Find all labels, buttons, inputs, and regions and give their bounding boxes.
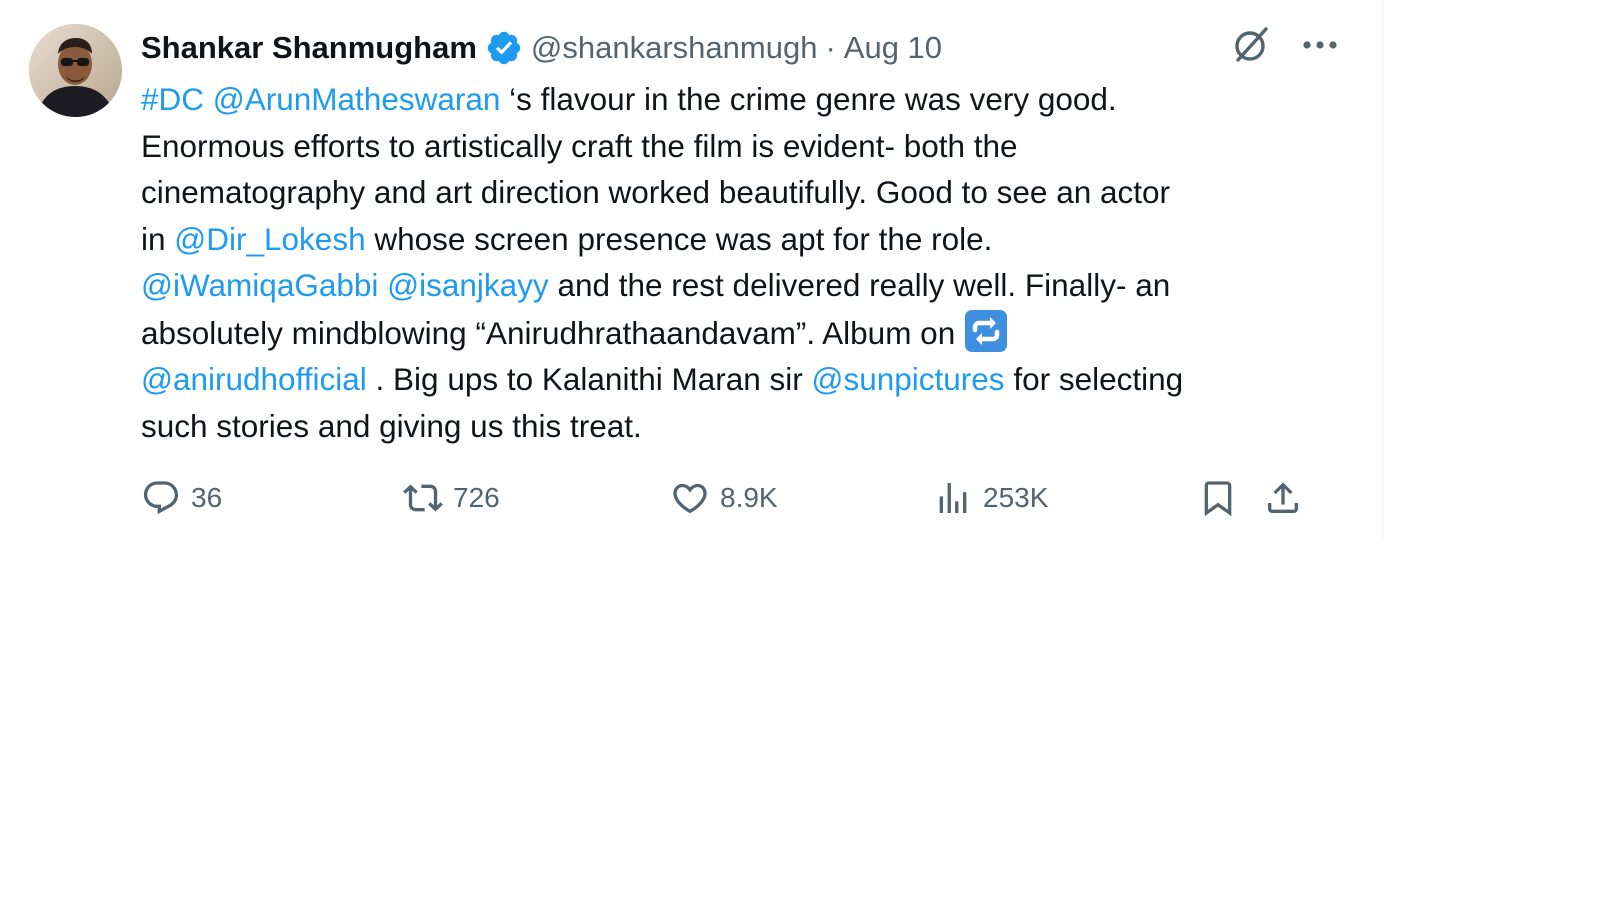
- tweet-text-segment: . Big ups to Kalanithi Maran sir: [366, 361, 812, 397]
- tweet-text-line: in @Dir_Lokesh whose screen presence was…: [141, 216, 1341, 263]
- share-button[interactable]: [1263, 470, 1303, 526]
- tweet-text-segment: [378, 267, 387, 303]
- mention-link[interactable]: @isanjkayy: [387, 267, 549, 303]
- bookmark-button[interactable]: [1198, 470, 1238, 526]
- tweet-actions: 36 726 8.9K 253K: [141, 470, 1341, 526]
- like-button[interactable]: 8.9K: [670, 470, 778, 526]
- repost-icon: [403, 484, 443, 512]
- bookmark-icon: [1204, 481, 1232, 517]
- reply-icon: [143, 481, 179, 515]
- tweet-text-segment: whose screen presence was apt for the ro…: [365, 220, 993, 257]
- tweet-text-segment: Enormous efforts to artistically craft t…: [141, 127, 1018, 164]
- reply-count: 36: [191, 482, 223, 513]
- timeline-divider: [1382, 0, 1383, 540]
- views-count: 253K: [983, 482, 1049, 513]
- tweet-text-line: cinematography and art direction worked …: [141, 169, 1341, 216]
- tweet-text-line: Enormous efforts to artistically craft t…: [141, 123, 1341, 170]
- share-icon: [1268, 482, 1298, 513]
- tweet[interactable]: Shankar Shanmugham @shankarshanmugh · Au…: [0, 0, 1382, 540]
- tweet-text-segment: ‘s flavour in the crime genre was very g…: [500, 81, 1117, 117]
- mention-link[interactable]: @ArunMatheswaran: [213, 81, 501, 117]
- tweet-text-line: @iWamiqaGabbi @isanjkayy and the rest de…: [141, 262, 1341, 309]
- views-icon: [939, 483, 967, 513]
- tweet-top-actions: [1230, 24, 1338, 66]
- author-name[interactable]: Shankar Shanmugham: [141, 30, 477, 66]
- mention-link[interactable]: @sunpictures: [812, 361, 1005, 397]
- tweet-text-segment: such stories and giving us this treat.: [141, 407, 642, 444]
- repost-count: 726: [453, 482, 500, 513]
- views-button[interactable]: 253K: [933, 470, 1048, 526]
- reply-button[interactable]: 36: [141, 470, 222, 526]
- separator-dot: ·: [825, 30, 836, 65]
- grok-icon[interactable]: [1230, 24, 1272, 66]
- tweet-text-segment: in: [141, 220, 175, 257]
- like-icon: [673, 483, 707, 514]
- tweet-text-segment: and the rest delivered really well. Fina…: [548, 267, 1171, 303]
- tweet-text-segment: absolutely mindblowing “Anirudhrathaanda…: [141, 314, 964, 351]
- mention-link[interactable]: @iWamiqaGabbi: [141, 267, 378, 303]
- avatar[interactable]: [29, 24, 122, 117]
- mention-link[interactable]: @anirudhofficial: [141, 361, 367, 397]
- repost-button[interactable]: 726: [403, 470, 500, 526]
- more-options-icon[interactable]: [1302, 40, 1338, 50]
- tweet-text-segment: [204, 81, 213, 117]
- tweet-text-line: absolutely mindblowing “Anirudhrathaanda…: [141, 309, 1341, 357]
- author-handle[interactable]: @shankarshanmugh: [531, 30, 818, 66]
- tweet-text: #DC @ArunMatheswaran ‘s flavour in the c…: [141, 76, 1341, 449]
- repeat-button-emoji-icon: [964, 309, 1008, 353]
- mention-link[interactable]: @Dir_Lokesh: [174, 221, 365, 257]
- tweet-text-line: @anirudhofficial . Big ups to Kalanithi …: [141, 356, 1341, 403]
- tweet-date[interactable]: Aug 10: [844, 30, 942, 66]
- hashtag-link[interactable]: #DC: [141, 81, 204, 117]
- tweet-text-line: such stories and giving us this treat.: [141, 403, 1341, 450]
- like-count: 8.9K: [720, 482, 778, 513]
- tweet-text-segment: cinematography and art direction worked …: [141, 174, 1171, 210]
- tweet-header: Shankar Shanmugham @shankarshanmugh · Au…: [141, 26, 942, 70]
- tweet-text-line: #DC @ArunMatheswaran ‘s flavour in the c…: [141, 76, 1341, 123]
- avatar-image: [29, 24, 122, 117]
- verified-badge-icon[interactable]: [485, 29, 523, 67]
- tweet-text-segment: for selecting: [1004, 361, 1184, 397]
